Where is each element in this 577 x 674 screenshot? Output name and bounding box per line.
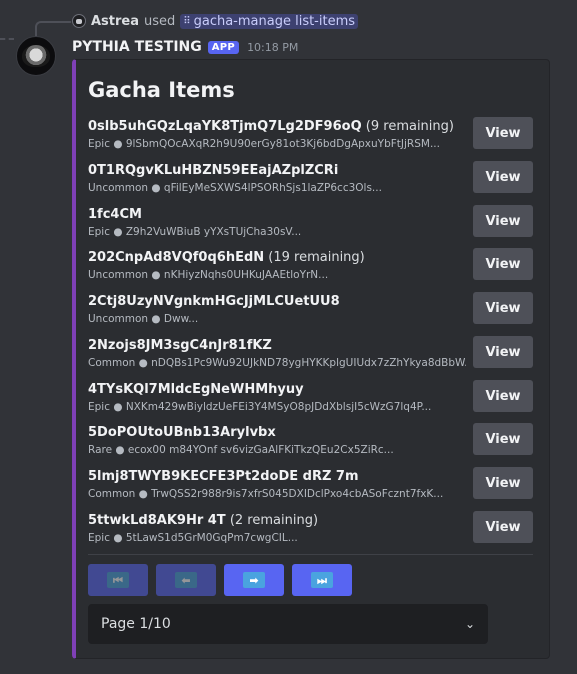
next-page-button[interactable]: ➡ [224,564,284,596]
bot-avatar[interactable] [16,36,56,76]
list-item: 1fc4CM Epic ● Z9h2VuWBiuB yYXsTUjCha30sV… [88,205,533,247]
chevron-down-icon: ⌄ [464,617,475,631]
embed-divider [88,554,533,555]
item-name-line: 5DoPOUtoUBnb13Arylvbx [88,425,276,440]
list-item: 4TYsKQl7MldcEgNeWHMhyuy Epic ● NXKm429wB… [88,380,533,422]
list-item: 2Nzojs8JM3sgC4nJr81fKZ Common ● nDQBs1Pc… [88,336,533,378]
item-name-line: 2Nzojs8JM3sgC4nJr81fKZ [88,338,272,353]
reply-username[interactable]: Astrea [91,14,139,29]
item-name: 0slb5uhGQzLqaYK8TjmQ7Lg2DF96oQ [88,119,362,134]
view-item-button[interactable]: View [473,380,533,412]
item-meta: Uncommon ● nKHiyzNqhs0UHKuJAAEtloYrN... [88,269,329,281]
first-page-icon: ⏮ [107,572,129,588]
reply-used-text: used [144,13,176,29]
item-name: 5ttwkLd8AK9Hr 4T [88,513,226,528]
item-remaining: (19 remaining) [268,250,365,265]
gacha-items-embed: Gacha Items 0slb5uhGQzLqaYK8TjmQ7Lg2DF96… [72,59,550,659]
list-item: 5DoPOUtoUBnb13Arylvbx Rare ● ecox00 m84Y… [88,423,533,465]
list-item: 2Ctj8UzyNVgnkmHGcJjMLCUetUU8 Uncommon ● … [88,292,533,334]
item-meta: Rare ● ecox00 m84YOnf sv6vizGaAlFKiTkzQE… [88,444,394,456]
item-meta: Common ● nDQBs1Pc9Wu92UJkND78ygHYKKplgUI… [88,357,466,369]
slash-command-mention[interactable]: ⠿ gacha-manage list-items [180,13,359,29]
item-name: 202CnpAd8VQf0q6hEdN [88,250,265,265]
previous-page-icon: ⬅ [175,572,197,588]
item-remaining: (2 remaining) [229,513,319,528]
view-item-button[interactable]: View [473,336,533,368]
command-icon: ⠿ [183,15,191,27]
pagination-controls: ⏮ ⬅ ➡ ⏭ [88,564,352,596]
item-meta: Epic ● NXKm429wBiyldzUeFEi3Y4MSyO8pJDdXb… [88,401,432,413]
command-reply-context[interactable]: Astrea used ⠿ gacha-manage list-items [72,12,359,30]
item-name: 0T1RQgvKLuHBZN59EEajAZplZCRi [88,163,339,178]
message-header: PYTHIA TESTING APP 10:18 PM [72,37,298,57]
item-meta: Common ● TrwQSS2r988r9is7xfrS045DXIDclPx… [88,488,444,500]
item-name-line: 5ttwkLd8AK9Hr 4T (2 remaining) [88,513,318,528]
item-name: 5lmj8TWYB9KECFE3Pt2doDE dRZ 7m [88,469,359,484]
item-name-line: 1fc4CM [88,207,142,222]
item-meta: Uncommon ● qFilEyMeSXWS4lPSORhSjs1laZP6c… [88,182,382,194]
bot-username[interactable]: PYTHIA TESTING [72,39,202,55]
item-meta: Epic ● 5tLawS1d5GrM0GqPm7cwgCIL... [88,532,298,544]
item-name: 2Ctj8UzyNVgnkmHGcJjMLCUetUU8 [88,294,340,309]
view-item-button[interactable]: View [473,467,533,499]
thread-connector [0,38,14,40]
view-item-button[interactable]: View [473,161,533,193]
first-page-button[interactable]: ⏮ [88,564,148,596]
view-item-button[interactable]: View [473,117,533,149]
last-page-button[interactable]: ⏭ [292,564,352,596]
next-page-icon: ➡ [243,572,265,588]
item-name-line: 4TYsKQl7MldcEgNeWHMhyuy [88,382,304,397]
list-item: 202CnpAd8VQf0q6hEdN (19 remaining) Uncom… [88,248,533,290]
avatar-image [22,45,50,67]
item-name-line: 5lmj8TWYB9KECFE3Pt2doDE dRZ 7m [88,469,359,484]
item-name-line: 0slb5uhGQzLqaYK8TjmQ7Lg2DF96oQ (9 remain… [88,119,454,134]
view-item-button[interactable]: View [473,423,533,455]
item-name: 5DoPOUtoUBnb13Arylvbx [88,425,276,440]
item-name-line: 202CnpAd8VQf0q6hEdN (19 remaining) [88,250,365,265]
reply-connector [35,21,71,37]
item-meta: Epic ● Z9h2VuWBiuB yYXsTUjCha30sV... [88,226,302,238]
previous-page-button[interactable]: ⬅ [156,564,216,596]
list-item: 5ttwkLd8AK9Hr 4T (2 remaining) Epic ● 5t… [88,511,533,553]
view-item-button[interactable]: View [473,292,533,324]
embed-title: Gacha Items [88,78,235,102]
reply-user-avatar [72,14,86,28]
message-timestamp[interactable]: 10:18 PM [247,41,298,54]
item-meta: Epic ● 9lSbmQOcAXqR2h9U90erGy81ot3Kj6bdD… [88,138,440,150]
app-badge: APP [207,40,240,54]
view-item-button[interactable]: View [473,205,533,237]
command-name: gacha-manage list-items [193,13,356,29]
list-item: 5lmj8TWYB9KECFE3Pt2doDE dRZ 7m Common ● … [88,467,533,509]
page-select-value: Page 1/10 [101,616,171,632]
item-name: 2Nzojs8JM3sgC4nJr81fKZ [88,338,272,353]
page-select-dropdown[interactable]: Page 1/10 ⌄ [88,604,488,644]
item-name: 4TYsKQl7MldcEgNeWHMhyuy [88,382,304,397]
view-item-button[interactable]: View [473,511,533,543]
item-remaining: (9 remaining) [365,119,454,134]
list-item: 0T1RQgvKLuHBZN59EEajAZplZCRi Uncommon ● … [88,161,533,203]
list-item: 0slb5uhGQzLqaYK8TjmQ7Lg2DF96oQ (9 remain… [88,117,533,159]
item-name: 1fc4CM [88,207,142,222]
item-name-line: 2Ctj8UzyNVgnkmHGcJjMLCUetUU8 [88,294,340,309]
item-name-line: 0T1RQgvKLuHBZN59EEajAZplZCRi [88,163,338,178]
view-item-button[interactable]: View [473,248,533,280]
last-page-icon: ⏭ [311,572,333,588]
item-meta: Uncommon ● Dww... [88,313,199,325]
